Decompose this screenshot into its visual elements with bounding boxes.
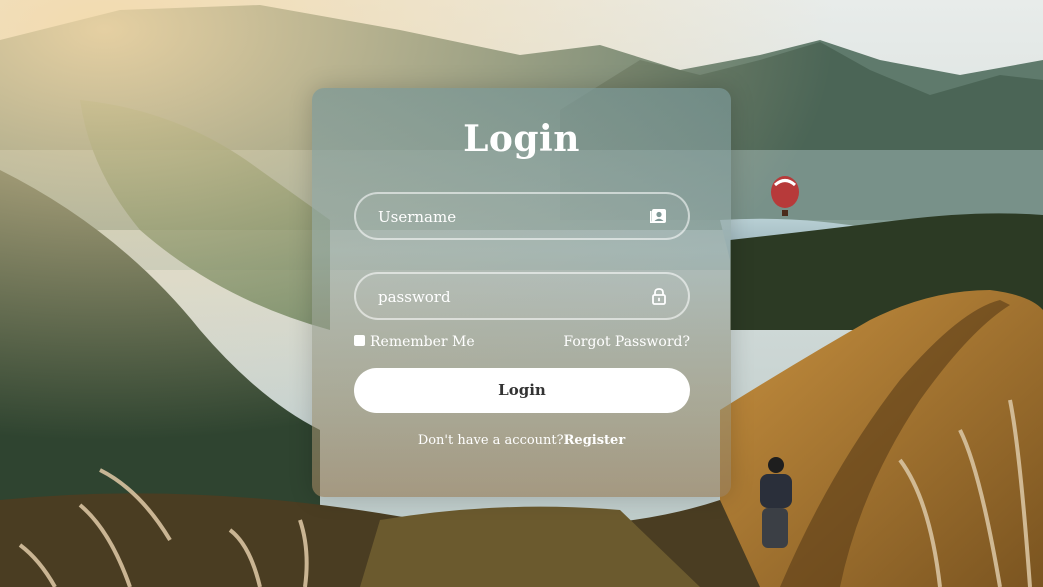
- register-link[interactable]: Register: [564, 433, 626, 448]
- checkbox-box[interactable]: [354, 334, 365, 346]
- register-prompt: Don't have a account?: [417, 433, 564, 448]
- login-button[interactable]: Login: [354, 368, 690, 413]
- password-field[interactable]: [354, 272, 690, 320]
- username-input[interactable]: [376, 194, 640, 240]
- username-field[interactable]: [354, 192, 690, 240]
- password-input[interactable]: [376, 274, 640, 320]
- lock-icon: [652, 288, 666, 305]
- register-row: Don't have a account?Register: [312, 433, 731, 448]
- login-title: Login: [463, 118, 580, 160]
- remember-me-checkbox[interactable]: Remember Me: [354, 334, 475, 350]
- options-row: Remember Me Forgot Password?: [354, 334, 690, 354]
- forgot-password-link[interactable]: Forgot Password?: [563, 334, 690, 350]
- contact-card-icon: [650, 209, 666, 223]
- login-card: Login Remember Me Forgot Password? Login…: [312, 88, 731, 497]
- remember-me-label: Remember Me: [370, 334, 475, 350]
